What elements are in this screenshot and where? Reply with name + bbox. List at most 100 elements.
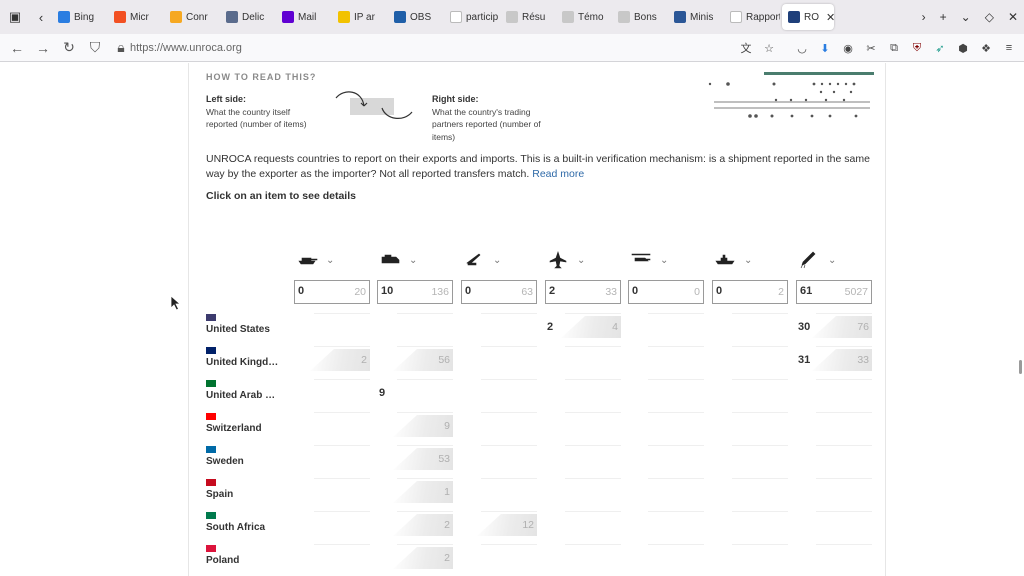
- category-header[interactable]: ⌄: [377, 250, 457, 270]
- country-row-label[interactable]: Sweden: [206, 446, 296, 467]
- tab-overview-icon[interactable]: ▣: [4, 6, 26, 28]
- category-total[interactable]: 0 63: [461, 280, 537, 304]
- tab-scroll-right-icon[interactable]: ›: [922, 10, 926, 24]
- tab-label: Témo: [578, 11, 604, 23]
- browser-tab[interactable]: Bing: [52, 4, 108, 30]
- country-row-label[interactable]: Poland: [206, 545, 296, 566]
- browser-tab[interactable]: Bons: [612, 4, 668, 30]
- shield-icon[interactable]: ⛉: [82, 37, 108, 59]
- transfer-cell[interactable]: 2: [294, 349, 370, 371]
- row-divider: [816, 478, 872, 479]
- category-total[interactable]: 10 136: [377, 280, 453, 304]
- browser-tab[interactable]: Résu: [500, 4, 556, 30]
- chevron-down-icon[interactable]: ⌄: [660, 255, 668, 266]
- partner-reported-value: 1: [444, 486, 450, 498]
- ublock-icon[interactable]: ⛨: [910, 41, 924, 55]
- transfer-cell[interactable]: 2: [377, 514, 453, 536]
- category-header[interactable]: ⌄: [712, 250, 792, 270]
- row-divider: [314, 313, 370, 314]
- browser-tab[interactable]: OBS: [388, 4, 444, 30]
- country-name: United Kingd…: [206, 357, 279, 368]
- transfer-cell[interactable]: 9: [377, 382, 453, 404]
- transfer-cell[interactable]: 31 33: [796, 349, 872, 371]
- window-close-icon[interactable]: ✕: [1008, 10, 1018, 24]
- country-row-label[interactable]: United Kingd…: [206, 347, 296, 368]
- browser-tab[interactable]: RO ✕: [782, 4, 834, 30]
- reload-icon[interactable]: ↻: [56, 37, 82, 59]
- tank-icon: [298, 257, 318, 265]
- country-row-label[interactable]: Spain: [206, 479, 296, 500]
- armoured-vehicle-icon: [381, 254, 400, 264]
- extension-hex-icon[interactable]: ⬢: [956, 41, 970, 55]
- chevron-down-icon[interactable]: ⌄: [828, 255, 836, 266]
- read-more-link[interactable]: Read more: [532, 168, 584, 180]
- category-total[interactable]: 61 5027: [796, 280, 872, 304]
- category-total[interactable]: 0 20: [294, 280, 370, 304]
- transfer-cell[interactable]: 12: [461, 514, 537, 536]
- country-name: United States: [206, 324, 270, 335]
- list-tabs-icon[interactable]: ⌄: [961, 10, 971, 24]
- transfer-cell[interactable]: 24: [545, 316, 621, 338]
- download-icon[interactable]: ⬇: [818, 41, 832, 55]
- row-divider: [565, 412, 621, 413]
- forward-icon[interactable]: →: [30, 37, 56, 59]
- country-row-label[interactable]: South Africa: [206, 512, 296, 533]
- transfer-cell[interactable]: 2: [377, 547, 453, 569]
- browser-tab[interactable]: Mail: [276, 4, 332, 30]
- chevron-down-icon[interactable]: ⌄: [493, 255, 501, 266]
- extension-arrow-icon[interactable]: ➶: [933, 41, 947, 55]
- url-field[interactable]: https://www.unroca.org: [130, 39, 242, 57]
- category-total[interactable]: 02: [712, 280, 788, 304]
- menu-icon[interactable]: ≡: [1002, 41, 1016, 55]
- browser-tab[interactable]: Micr: [108, 4, 164, 30]
- country-row-label[interactable]: Switzerland: [206, 413, 296, 434]
- tab-favicon-icon: [450, 11, 462, 23]
- screenshot-icon[interactable]: ✂: [864, 41, 878, 55]
- extensions-icon[interactable]: ⧉: [887, 41, 901, 55]
- row-divider: [648, 313, 704, 314]
- country-row-label[interactable]: United Arab …: [206, 380, 296, 401]
- account-icon[interactable]: ◉: [841, 41, 855, 55]
- category-header[interactable]: ⌄: [461, 250, 541, 270]
- browser-tab[interactable]: Conr: [164, 4, 220, 30]
- scrollbar-indicator[interactable]: [1019, 360, 1022, 374]
- chevron-down-icon[interactable]: ⌄: [326, 255, 334, 266]
- category-header[interactable]: ⌄: [628, 250, 708, 270]
- browser-tab[interactable]: Minis: [668, 4, 724, 30]
- browser-tab[interactable]: IP ar: [332, 4, 388, 30]
- transfer-cell[interactable]: 56: [377, 349, 453, 371]
- browser-tab[interactable]: Témo: [556, 4, 612, 30]
- bookmark-star-icon[interactable]: ☆: [762, 41, 776, 55]
- chevron-down-icon[interactable]: ⌄: [577, 255, 585, 266]
- partner-reported-value: 56: [438, 354, 450, 366]
- close-tab-icon[interactable]: ✕: [826, 11, 834, 24]
- window-restore-icon[interactable]: ◇: [985, 10, 994, 24]
- translate-icon[interactable]: 文: [739, 41, 753, 55]
- tab-scroll-left-icon[interactable]: ‹: [30, 6, 52, 28]
- transfer-cell[interactable]: 53: [377, 448, 453, 470]
- right-side-title: Right side:: [432, 94, 479, 104]
- chevron-down-icon[interactable]: ⌄: [744, 255, 752, 266]
- new-tab-icon[interactable]: +: [940, 10, 947, 24]
- browser-tab[interactable]: particip: [444, 4, 500, 30]
- country-row-label[interactable]: United States: [206, 314, 296, 335]
- row-divider: [732, 544, 788, 545]
- browser-tab[interactable]: Delic: [220, 4, 276, 30]
- chevron-down-icon[interactable]: ⌄: [409, 255, 417, 266]
- back-icon[interactable]: ←: [4, 37, 30, 59]
- country-flag-icon: [206, 479, 216, 486]
- browser-tab[interactable]: Rapport: [724, 4, 780, 30]
- category-header[interactable]: ⌄: [294, 250, 374, 270]
- pocket-icon[interactable]: ◡: [795, 41, 809, 55]
- row-divider: [481, 412, 537, 413]
- transfer-cell[interactable]: 30 76: [796, 316, 872, 338]
- category-header[interactable]: ⌄: [796, 250, 876, 270]
- row-divider: [648, 346, 704, 347]
- tab-label: Micr: [130, 11, 149, 23]
- transfer-cell[interactable]: 1: [377, 481, 453, 503]
- transfer-cell[interactable]: 9: [377, 415, 453, 437]
- category-total[interactable]: 00: [628, 280, 704, 304]
- category-total[interactable]: 2 33: [545, 280, 621, 304]
- category-header[interactable]: ⌄: [545, 250, 625, 270]
- extension-puzzle-icon[interactable]: ❖: [979, 41, 993, 55]
